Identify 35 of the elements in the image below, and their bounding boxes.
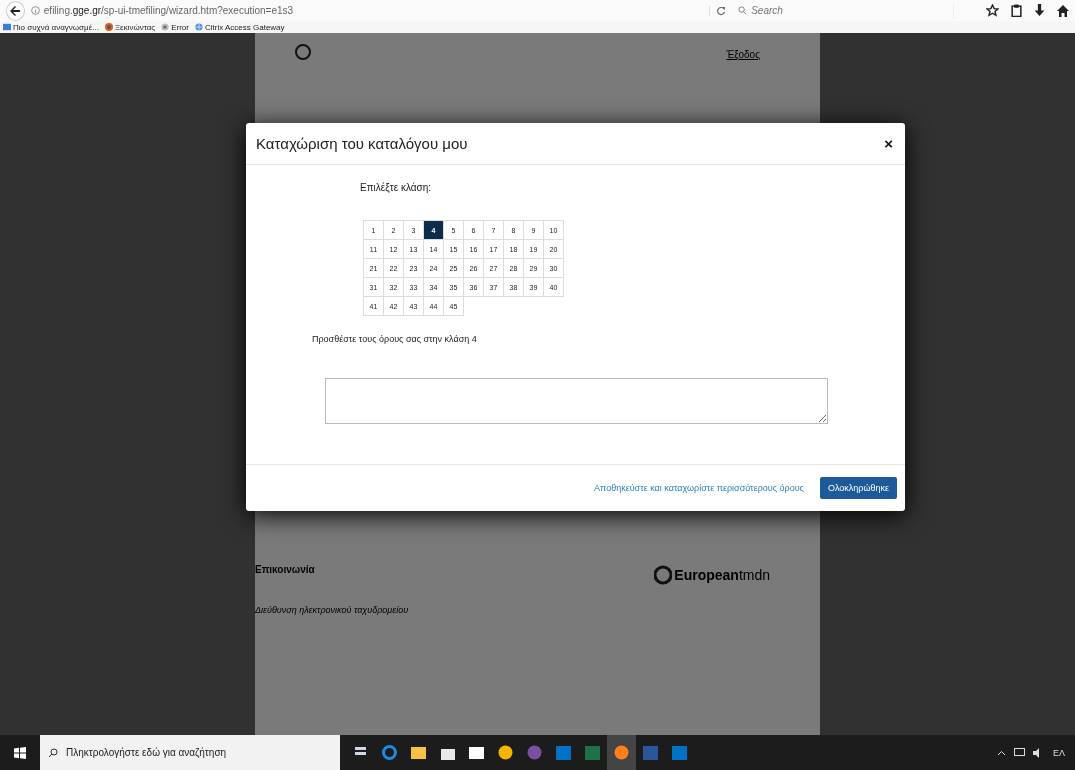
tmdn-logo: Europeantmdn	[654, 564, 770, 586]
close-button[interactable]: ×	[884, 135, 893, 152]
chevron-up-icon[interactable]	[997, 749, 1006, 756]
info-icon	[30, 6, 40, 15]
search-field[interactable]: Search	[751, 5, 952, 16]
bookmark-link[interactable]: Ξεκινώντας	[104, 22, 156, 32]
star-icon[interactable]	[986, 4, 999, 17]
language-indicator[interactable]: ΕΛ	[1053, 747, 1065, 758]
terms-field[interactable]	[325, 378, 828, 424]
taskbar-search-field[interactable]: Πληκτρολογήστε εδώ για αναζήτηση	[66, 747, 316, 758]
back-arrow-icon	[9, 4, 22, 17]
folder-icon	[3, 23, 11, 31]
save-more-link[interactable]: Αποθηκεύστε και καταχωρίστε περισσότερους όρους	[594, 483, 804, 493]
search-icon	[738, 6, 748, 15]
clipboard-icon[interactable]	[1011, 4, 1022, 17]
url-text: efiling.gge.gr/sp-ui-tmefiling/wizard.htm?execution=e1s3	[43, 5, 294, 16]
email-link[interactable]: Διεύθυνση ηλεκτρονικού ταχυδρομείου	[255, 605, 409, 615]
bookmark-link[interactable]: Πιο συχνά αναγνωσμέ...	[3, 22, 99, 32]
terms-label: Προσθέστε τους όρους σας στην κλάση 4	[312, 334, 478, 344]
search-icon	[48, 747, 58, 758]
bookmark-link[interactable]: Error	[161, 22, 189, 32]
windows-icon[interactable]	[14, 746, 26, 759]
class-prompt: Επιλέξτε κλάση:	[360, 182, 433, 193]
exit-link[interactable]: Έξοδος	[726, 49, 760, 60]
home-icon[interactable]	[1057, 4, 1069, 17]
download-icon[interactable]	[1034, 4, 1045, 17]
taskbar-search-box[interactable]: Πληκτρολογήστε εδώ για αναζήτηση	[40, 735, 340, 770]
done-button[interactable]: Ολοκληρώθηκε	[819, 477, 897, 499]
address-bar[interactable]: efiling.gge.gr/sp-ui-tmefiling/wizard.htm?execution=e1s3	[30, 1, 704, 20]
back-button[interactable]	[6, 0, 25, 21]
network-icon[interactable]	[1014, 747, 1025, 758]
dialog-title: Καταχώριση του καταλόγου μου	[256, 135, 468, 152]
folder-icon[interactable]	[411, 746, 426, 759]
contact-heading: Επικοινωνία	[255, 564, 316, 575]
bookmark-link[interactable]: Citrix Access Gateway	[195, 22, 285, 32]
